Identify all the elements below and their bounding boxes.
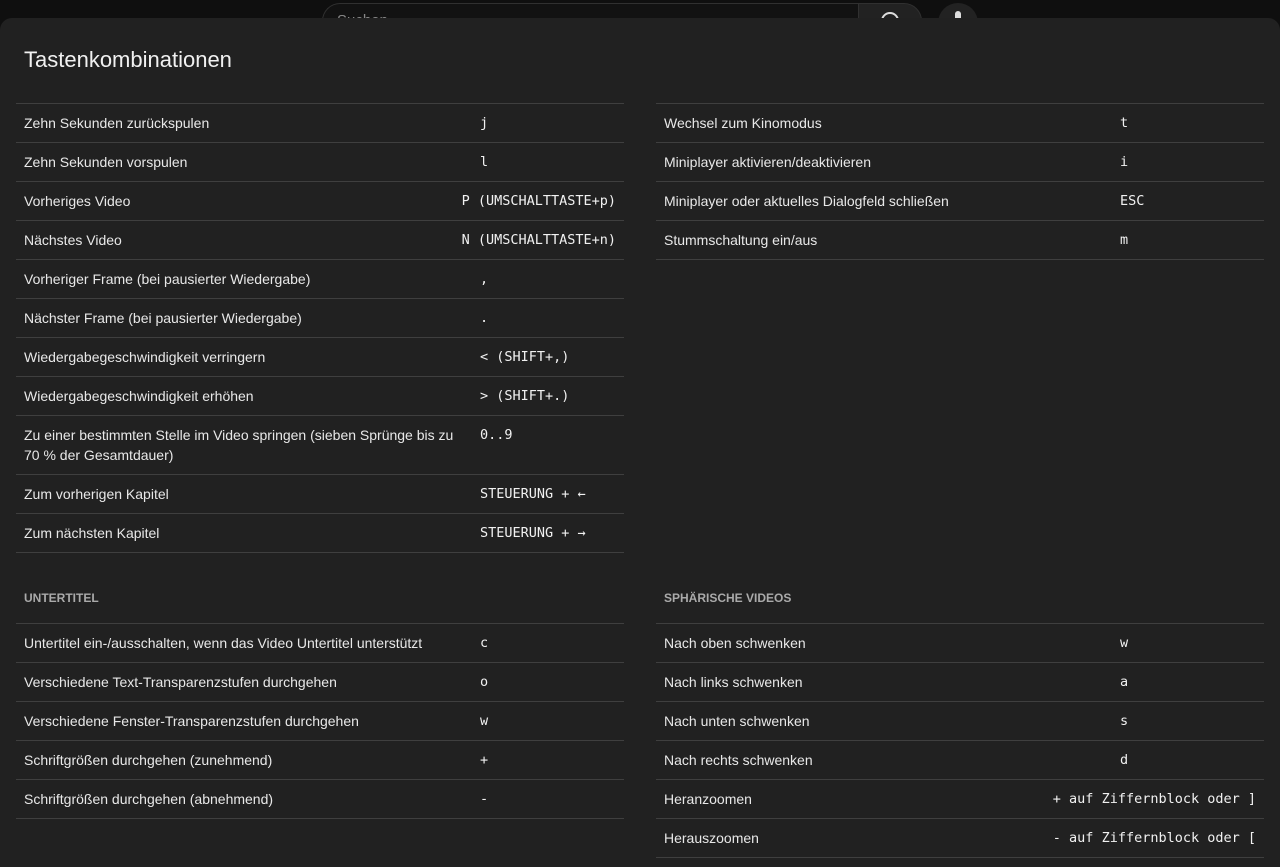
shortcut-row: Miniplayer oder aktuelles Dialogfeld sch… xyxy=(656,182,1264,221)
shortcut-label: Schriftgrößen durchgehen (zunehmend) xyxy=(24,752,273,768)
shortcut-key: m xyxy=(1120,232,1129,248)
shortcut-label: Wiedergabegeschwindigkeit verringern xyxy=(24,349,266,365)
section-heading-subtitles: Untertitel xyxy=(24,591,99,605)
shortcut-key: STEUERUNG + ← xyxy=(480,486,586,502)
shortcut-key: P (UMSCHALTTASTE+p) xyxy=(461,193,616,209)
spherical-videos-section: Sphärische Videos Nach oben schwenken w Na… xyxy=(656,588,1264,858)
shortcut-label: Nach oben schwenken xyxy=(664,635,806,651)
shortcut-key: - xyxy=(480,791,489,807)
shortcut-key: t xyxy=(1120,115,1129,131)
shortcut-label: Verschiedene Text-Transparenzstufen durc… xyxy=(24,674,337,690)
shortcut-row: Nächstes Video N (UMSCHALTTASTE+n) xyxy=(16,221,624,260)
shortcut-key: + auf Ziffernblock oder ] xyxy=(1052,791,1256,807)
shortcut-row: Wiedergabegeschwindigkeit verringern < (S… xyxy=(16,338,624,377)
shortcut-label: Herauszoomen xyxy=(664,830,759,846)
shortcut-label: Heranzoomen xyxy=(664,791,752,807)
shortcut-label: Nach unten schwenken xyxy=(664,713,810,729)
shortcut-key: ESC xyxy=(1120,193,1145,209)
shortcut-key: , xyxy=(480,271,489,287)
shortcut-key: - auf Ziffernblock oder [ xyxy=(1052,830,1256,846)
shortcut-label: Miniplayer oder aktuelles Dialogfeld sch… xyxy=(664,193,949,209)
shortcut-label: Vorheriger Frame (bei pausierter Wiederg… xyxy=(24,271,311,287)
shortcut-row: Zum nächsten Kapitel STEUERUNG + → xyxy=(16,514,624,553)
shortcut-row: Nach unten schwenken s xyxy=(656,702,1264,741)
shortcut-label: Nach rechts schwenken xyxy=(664,752,813,768)
playback-shortcuts-left: Zehn Sekunden zurückspulen j Zehn Sekunden… xyxy=(16,84,624,553)
shortcut-label: Stummschaltung ein/aus xyxy=(664,232,818,248)
subtitles-section: Untertitel Untertitel ein-/ausschalten, … xyxy=(16,588,624,819)
shortcut-row: Zehn Sekunden zurückspulen j xyxy=(16,104,624,143)
shortcut-label: Untertitel ein-/ausschalten, wenn das Vi… xyxy=(24,635,423,651)
shortcut-key: + xyxy=(480,752,489,768)
shortcut-row: Zehn Sekunden vorspulen l xyxy=(16,143,624,182)
shortcut-row: Schriftgrößen durchgehen (abnehmend) - xyxy=(16,780,624,819)
shortcut-row: Nach rechts schwenken d xyxy=(656,741,1264,780)
shortcut-key: w xyxy=(1120,635,1129,651)
shortcut-row: Vorheriges Video P (UMSCHALTTASTE+p) xyxy=(16,182,624,221)
shortcut-row: Schriftgrößen durchgehen (zunehmend) + xyxy=(16,741,624,780)
shortcut-row: Wiedergabegeschwindigkeit erhöhen > (SHIF… xyxy=(16,377,624,416)
shortcut-label: Wiedergabegeschwindigkeit erhöhen xyxy=(24,388,254,404)
shortcut-row: Herauszoomen - auf Ziffernblock oder [ xyxy=(656,819,1264,858)
shortcut-key: w xyxy=(480,713,489,729)
shortcut-key: 0..9 xyxy=(480,427,513,443)
shortcut-row: Nach oben schwenken w xyxy=(656,623,1264,663)
shortcut-label: Zu einer bestimmten Stelle im Video spri… xyxy=(24,427,454,463)
shortcuts-content[interactable]: Zehn Sekunden zurückspulen j Zehn Sekunden… xyxy=(0,84,1280,867)
shortcut-row: Nächster Frame (bei pausierter Wiedergab… xyxy=(16,299,624,338)
table-row-cut xyxy=(16,84,624,104)
shortcut-label: Schriftgrößen durchgehen (abnehmend) xyxy=(24,791,274,807)
keyboard-shortcuts-dialog: Tastenkombinationen Zehn Sekunden zurück… xyxy=(0,18,1280,867)
dialog-title: Tastenkombinationen xyxy=(24,47,232,72)
section-heading-spherical-videos: Sphärische Videos xyxy=(664,591,792,605)
shortcut-label: Nach links schwenken xyxy=(664,674,803,690)
shortcut-label: Zum nächsten Kapitel xyxy=(24,525,160,541)
shortcut-key: > (SHIFT+.) xyxy=(480,388,570,404)
shortcut-key: d xyxy=(1120,752,1129,768)
shortcut-key: . xyxy=(480,310,489,326)
shortcut-row: Verschiedene Fenster-Transparenzstufen d… xyxy=(16,702,624,741)
shortcut-label: Zum vorherigen Kapitel xyxy=(24,486,169,502)
general-shortcuts-right: Wechsel zum Kinomodus t Miniplayer aktivie… xyxy=(656,84,1264,532)
shortcut-row: Zu einer bestimmten Stelle im Video spri… xyxy=(16,416,624,475)
shortcut-key: i xyxy=(1120,154,1129,170)
shortcut-label: Vorheriges Video xyxy=(24,193,131,209)
table-row-cut xyxy=(656,84,1264,104)
shortcut-row: Nach links schwenken a xyxy=(656,663,1264,702)
shortcut-key: c xyxy=(480,635,489,651)
shortcut-row: Verschiedene Text-Transparenzstufen durc… xyxy=(16,663,624,702)
shortcut-key: STEUERUNG + → xyxy=(480,525,586,541)
shortcut-key: s xyxy=(1120,713,1129,729)
shortcut-row: Vorheriger Frame (bei pausierter Wiederg… xyxy=(16,260,624,299)
shortcut-label: Zehn Sekunden vorspulen xyxy=(24,154,188,170)
shortcut-row: Miniplayer aktivieren/deaktivieren i xyxy=(656,143,1264,182)
shortcut-label: Zehn Sekunden zurückspulen xyxy=(24,115,210,131)
shortcut-key: o xyxy=(480,674,489,690)
shortcut-key: j xyxy=(480,115,489,131)
shortcut-label: Wechsel zum Kinomodus xyxy=(664,115,822,131)
shortcut-row: Zum vorherigen Kapitel STEUERUNG + ← xyxy=(16,475,624,514)
shortcut-label: Nächstes Video xyxy=(24,232,122,248)
shortcut-row: Wechsel zum Kinomodus t xyxy=(656,104,1264,143)
shortcut-label: Verschiedene Fenster-Transparenzstufen d… xyxy=(24,713,359,729)
masthead: Suchen xyxy=(0,0,1280,43)
shortcut-label: Nächster Frame (bei pausierter Wiedergab… xyxy=(24,310,302,326)
shortcut-row: Untertitel ein-/ausschalten, wenn das Vi… xyxy=(16,623,624,663)
shortcut-row: Heranzoomen + auf Ziffernblock oder ] xyxy=(656,780,1264,819)
shortcut-key: l xyxy=(480,154,489,170)
shortcut-label: Miniplayer aktivieren/deaktivieren xyxy=(664,154,871,170)
shortcut-row: Stummschaltung ein/aus m xyxy=(656,221,1264,260)
shortcut-key: N (UMSCHALTTASTE+n) xyxy=(461,232,616,248)
shortcut-key: < (SHIFT+,) xyxy=(480,349,570,365)
shortcut-key: a xyxy=(1120,674,1129,690)
